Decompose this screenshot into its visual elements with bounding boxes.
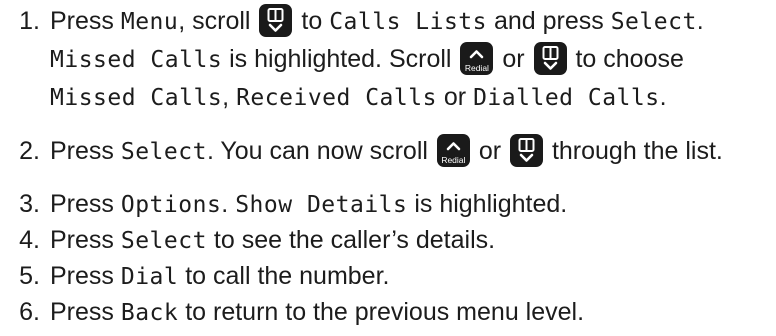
step-text: to call the number. xyxy=(178,262,390,290)
step-text: and press xyxy=(487,7,611,35)
step-number: 2. xyxy=(19,137,40,165)
display-text-missed-calls: Missed Calls xyxy=(50,47,223,73)
display-text-select: Select xyxy=(610,9,697,35)
step-1: 1. Press Menu, scroll to Calls Lists and … xyxy=(0,2,776,41)
display-text-select: Select xyxy=(120,139,207,165)
step-4: 4. Press Select to see the caller’s detai… xyxy=(0,221,776,260)
step-text: Press xyxy=(50,7,121,35)
step-text: Press xyxy=(50,137,121,165)
display-text-options: Options xyxy=(120,192,222,218)
display-text-missed-calls: Missed Calls xyxy=(50,85,223,111)
step-2: 2. Press Select. You can now scroll Redia… xyxy=(0,132,776,171)
step-number: 4. xyxy=(19,226,40,254)
step-text: through the list. xyxy=(545,137,723,165)
step-number: 6. xyxy=(19,298,40,326)
phonebook-down-icon xyxy=(510,134,543,167)
step-number: 5. xyxy=(19,262,40,290)
phonebook-down-icon xyxy=(533,42,567,75)
step-number: 3. xyxy=(19,190,40,218)
step-text: is highlighted. Scroll xyxy=(222,45,459,73)
step-text: , scroll xyxy=(178,7,258,35)
redial-up-icon: Redial xyxy=(460,42,494,75)
display-text-show-details: Show Details xyxy=(235,192,408,218)
display-text-back: Back xyxy=(120,300,179,326)
phonebook-down-icon xyxy=(259,4,293,37)
step-text: to see the caller’s details. xyxy=(206,226,496,254)
step-text: or xyxy=(436,83,474,111)
step-number: 1. xyxy=(19,7,40,35)
redial-label: Redial xyxy=(441,155,466,165)
display-text-menu: Menu xyxy=(120,9,179,35)
display-text-received-calls: Received Calls xyxy=(236,85,437,111)
step-text: or xyxy=(495,45,532,73)
step-text: , xyxy=(222,83,237,111)
step-text: or xyxy=(471,137,508,165)
display-text-calls-lists: Calls Lists xyxy=(329,9,488,35)
redial-label: Redial xyxy=(464,63,489,73)
step-text: to choose xyxy=(568,45,684,73)
step-6: 6. Press Back to return to the previous m… xyxy=(0,293,776,332)
display-text-select: Select xyxy=(120,228,207,254)
step-text: is highlighted. xyxy=(407,190,568,218)
step-text: Press xyxy=(50,298,121,326)
step-text: Press xyxy=(50,190,121,218)
step-text: . xyxy=(696,7,704,35)
redial-up-icon: Redial xyxy=(436,134,470,167)
display-text-dialled-calls: Dialled Calls xyxy=(473,85,660,111)
step-text: Press xyxy=(50,226,121,254)
step-text: to return to the previous menu level. xyxy=(178,298,585,326)
step-text: to xyxy=(294,7,330,35)
step-text: . xyxy=(221,190,236,218)
step-text: . xyxy=(659,83,667,111)
step-text: . You can now scroll xyxy=(206,137,435,165)
step-5: 5. Press Dial to call the number. xyxy=(0,257,776,296)
display-text-dial: Dial xyxy=(120,264,179,290)
step-text: Press xyxy=(50,262,121,290)
step-3: 3. Press Options. Show Details is highlig… xyxy=(0,185,776,224)
